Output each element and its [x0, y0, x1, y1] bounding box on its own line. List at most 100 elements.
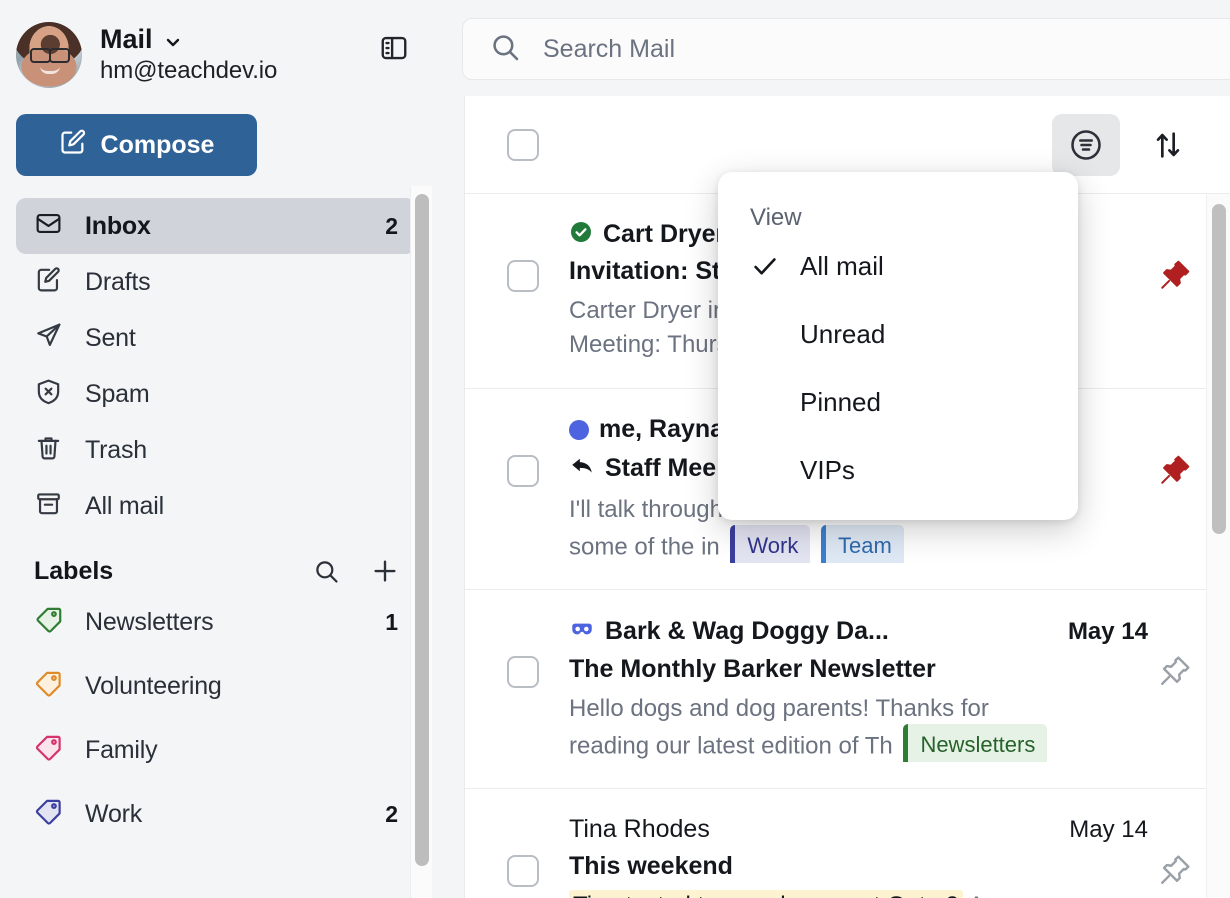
account-switcher[interactable]: Mail [100, 24, 277, 55]
folder-nav: Inbox 2 Drafts Sent Spam Trash All mail [0, 198, 432, 534]
chevron-down-icon[interactable] [165, 34, 181, 50]
sidebar-label-work[interactable]: Work 2 [0, 782, 432, 846]
dropdown-item-vips[interactable]: VIPs [718, 436, 1078, 504]
dropdown-item-unread[interactable]: Unread [718, 300, 1078, 368]
view-dropdown-menu: View All mail Unread Pinned VIPs [718, 172, 1078, 520]
avatar-smile [40, 66, 60, 74]
mail-app: Mail hm@teachdev.io Compose Inbox 2 Draf… [0, 0, 1230, 898]
sort-arrows-icon[interactable] [1134, 114, 1202, 176]
pin-outline-icon[interactable] [1148, 853, 1202, 887]
sidebar-scrollbar[interactable] [410, 186, 432, 898]
label-chip-work[interactable]: Work [730, 525, 811, 564]
dropdown-item-all-mail[interactable]: All mail [718, 232, 1078, 300]
sidebar-item-spam[interactable]: Spam [16, 366, 416, 422]
search-bar[interactable] [462, 18, 1230, 80]
sidebar-label-newsletters[interactable]: Newsletters 1 [0, 590, 432, 654]
dropdown-item-label: VIPs [800, 454, 855, 485]
message-header: Tina Rhodes May 14 [569, 815, 1148, 844]
message-sender: Bark & Wag Doggy Da... [605, 617, 889, 646]
account-email: hm@teachdev.io [100, 57, 278, 85]
row-checkbox[interactable] [507, 260, 539, 292]
sidebar-item-drafts[interactable]: Drafts [16, 254, 416, 310]
spam-icon [34, 377, 63, 411]
sidebar-label-count: 1 [385, 608, 398, 635]
message-subject-text: Staff Mee [605, 454, 717, 483]
message-content: Tina Rhodes May 14 This weekend Tina tex… [569, 815, 1148, 898]
avatar-glasses [30, 48, 70, 63]
sidebar-item-all-mail[interactable]: All mail [16, 478, 416, 534]
labels-header: Labels [0, 534, 432, 590]
message-date: May 14 [1069, 815, 1148, 843]
message-date: May 14 [1067, 617, 1148, 645]
row-checkbox[interactable] [507, 855, 539, 888]
message-preview: Tina texted to say she meant Gate 3 Are … [569, 889, 1148, 898]
label-chip-team[interactable]: Team [821, 525, 904, 564]
pin-outline-icon[interactable] [1148, 654, 1202, 688]
label-chip-newsletters[interactable]: Newsletters [903, 724, 1048, 763]
avatar[interactable] [16, 22, 82, 88]
inbox-count: 2 [385, 212, 398, 239]
row-checkbox[interactable] [507, 455, 539, 488]
sidebar-label-text: Family [85, 735, 158, 764]
unread-dot-icon [569, 419, 589, 440]
toolbar-actions [1052, 113, 1202, 176]
sidebar-toggle-icon[interactable] [374, 28, 414, 68]
preview-line-2: Meeting: Thurs [569, 331, 729, 359]
list-scrollbar[interactable] [1206, 194, 1230, 898]
message-subject: The Monthly Barker Newsletter [569, 655, 936, 684]
tag-icon [34, 797, 63, 831]
dropdown-item-pinned[interactable]: Pinned [718, 368, 1078, 436]
sidebar-item-label: Sent [85, 323, 136, 352]
message-preview: Hello dogs and dog parents! Thanks for r… [569, 692, 1148, 763]
plus-icon[interactable] [370, 556, 400, 586]
preview-line-2: some of the in [569, 533, 720, 561]
compose-pencil-icon [59, 128, 87, 163]
search-input[interactable] [543, 34, 1230, 64]
sidebar-label-count: 2 [385, 800, 398, 827]
sidebar-scrollbar-thumb[interactable] [415, 194, 429, 866]
message-subject: This weekend [569, 852, 733, 881]
message-sender: me, Rayna [599, 415, 725, 444]
account-text: Mail hm@teachdev.io [100, 24, 277, 86]
message-sender: Tina Rhodes [569, 815, 710, 844]
preview-line-1: Carter Dryer in [569, 297, 727, 324]
sidebar-label-family[interactable]: Family [0, 718, 432, 782]
sidebar-item-label: Spam [85, 379, 150, 408]
sidebar-item-trash[interactable]: Trash [16, 422, 416, 478]
archive-icon [34, 489, 63, 523]
sidebar-item-label: Trash [85, 435, 147, 464]
sidebar-label-volunteering[interactable]: Volunteering [0, 654, 432, 718]
table-row[interactable]: Bark & Wag Doggy Da... May 14 The Monthl… [465, 590, 1230, 790]
preview-highlight: Tina texted to say she meant Gate 3 [569, 890, 963, 898]
preview-line-2: reading our latest edition of Th [569, 732, 893, 760]
list-scrollbar-thumb[interactable] [1212, 204, 1226, 534]
message-sender: Cart Dryer [603, 220, 726, 248]
dropdown-item-label: Pinned [800, 386, 881, 417]
verified-check-icon [569, 220, 593, 249]
sidebar-item-label: Drafts [85, 267, 151, 296]
tag-icon [34, 669, 63, 703]
pin-filled-icon[interactable] [1148, 258, 1202, 292]
sidebar-item-sent[interactable]: Sent [16, 310, 416, 366]
sidebar-label-text: Work [85, 799, 143, 828]
tag-icon [34, 733, 63, 767]
sidebar-item-label: Inbox [85, 211, 151, 240]
preview-line-1: Are you [963, 892, 1051, 898]
tag-icon [34, 605, 63, 639]
preview-line-1: Hello dogs and dog parents! Thanks for [569, 695, 989, 723]
trash-icon [34, 433, 63, 467]
dropdown-item-label: All mail [800, 250, 884, 281]
table-row[interactable]: Tina Rhodes May 14 This weekend Tina tex… [465, 789, 1230, 898]
select-all-checkbox[interactable] [507, 128, 539, 161]
dropdown-item-label: Unread [800, 318, 886, 349]
sidebar-item-inbox[interactable]: Inbox 2 [16, 198, 416, 254]
pin-filled-icon[interactable] [1148, 453, 1202, 487]
row-checkbox[interactable] [507, 656, 539, 689]
message-header: Bark & Wag Doggy Da... May 14 [569, 616, 1148, 647]
filter-view-icon[interactable] [1052, 113, 1120, 176]
dropdown-header: View [750, 204, 802, 231]
message-content: Bark & Wag Doggy Da... May 14 The Monthl… [569, 616, 1148, 763]
search-icon[interactable] [312, 557, 340, 585]
compose-button[interactable]: Compose [16, 114, 257, 176]
sidebar: Mail hm@teachdev.io Compose Inbox 2 Draf… [0, 0, 432, 898]
